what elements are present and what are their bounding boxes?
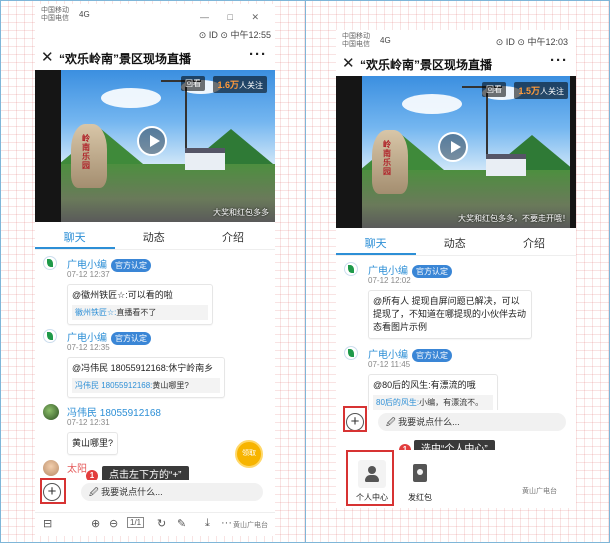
tab-dynamics[interactable]: 动态 [415,235,494,251]
message-bubble: @徽州铁匠☆:可以看的啦 徽州铁匠☆:直播看不了 [67,284,213,325]
rock-sign: 岭南乐园 [372,130,408,194]
chat-input-bar: + 🖉 我要说点什么... [35,480,275,504]
video-caption: 大奖和红包多多，不要走开哦！ [458,214,570,223]
tab-bar: 聊天 动态 介绍 [336,228,576,256]
panel-divider [305,0,306,543]
chat-input[interactable]: 🖉 我要说点什么... [378,413,566,431]
avatar[interactable] [43,404,59,420]
more-icon[interactable]: ··· [221,517,232,529]
close-icon[interactable]: ✕ [41,48,54,66]
sender-name: 太阳 [67,464,87,475]
message-time: 07-12 11:45 [368,360,411,369]
tab-intro[interactable]: 介绍 [193,229,272,245]
page-title: “欢乐岭南”景区现场直播 [59,52,192,66]
quoted-message: 徽州铁匠☆:直播看不了 [72,305,208,320]
plus-button[interactable]: + [346,413,364,431]
right-phone-screen: 中国移动 中国电信 4G ⊙ ⅠD ⊙ 中午12:03 ✕ “欢乐岭南”景区现场… [336,30,576,508]
watermark: 黄山广电台 [522,488,557,495]
chat-message: 广电小编 官方认定 07-12 12:02 @所有人 提现自屏问题已解决，可以提现… [336,262,576,342]
tab-underline [35,247,115,249]
zoom-in-icon[interactable]: ⊕ [91,517,100,530]
rotate-icon[interactable]: ↻ [157,517,166,530]
left-phone-screen: 中国移动 中国电信 4G — □ ✕ ⊙ ⅠD ⊙ 中午12:55 ✕ “欢乐岭… [35,4,275,536]
red-packet-icon [413,464,427,482]
avatar[interactable] [43,460,59,476]
quoted-message: 80后的风生:小编，有漂流不。 [373,395,493,410]
replay-badge[interactable]: 回看 [181,76,205,91]
message-time: 07-12 12:35 [67,343,110,352]
watch-count: 1.5万人关注 [514,82,568,99]
plus-menu-panel: 个人中心 发红包 黄山广电台 [336,450,576,508]
status-time: ⊙ ⅠD ⊙ 中午12:55 [198,30,271,40]
signal-label: 4G [79,10,90,19]
red-packet-button[interactable]: 发红包 [398,454,442,508]
message-bubble: @冯伟民 18055912168:休宁岭南乡 冯伟民 18055912168:黄… [67,357,225,398]
official-badge: 官方认定 [412,265,452,278]
message-bubble: 黄山哪里? [67,432,119,455]
guangdian-logo-icon [344,262,358,276]
title-bar: ✕ “欢乐岭南”景区现场直播 ··· [35,44,275,70]
zoom-out-icon[interactable]: ⊖ [109,517,118,530]
layout-icon[interactable]: ⊟ [43,517,52,530]
live-video[interactable]: 岭南乐园 回看 1.6万人关注 大奖和红包多多 [35,70,275,222]
title-bar: ✕ “欢乐岭南”景区现场直播 ··· [336,50,576,76]
message-bubble: @80后的风生:有漂流的哦 80后的风生:小编，有漂流不。 [368,374,498,415]
message-text: @80后的风生:有漂流的哦 [373,380,476,390]
chat-message: 广电小编 官方认定 07-12 12:35 @冯伟民 18055912168:休宁… [35,329,275,399]
watermark: 黄山广电台 [233,522,268,529]
message-text: @冯伟民 18055912168:休宁岭南乡 [72,363,214,373]
close-icon[interactable]: ✕ [342,54,355,72]
video-caption: 大奖和红包多多 [213,208,269,217]
tab-chat[interactable]: 聊天 [336,235,415,251]
guangdian-logo-icon [344,346,358,360]
quoted-message: 冯伟民 18055912168:黄山哪里? [72,378,220,393]
red-packet-label: 发红包 [408,493,432,502]
play-icon[interactable] [137,126,167,156]
tab-dynamics[interactable]: 动态 [114,229,193,245]
play-icon[interactable] [438,132,468,162]
person-icon [368,466,376,474]
message-text: @徽州铁匠☆:可以看的啦 [72,290,173,300]
rock-sign: 岭南乐园 [71,124,107,188]
carrier-label: 中国移动 中国电信 [41,7,69,22]
official-badge: 官方认定 [111,259,151,272]
guangdian-logo-icon [43,256,57,270]
sender-name: 冯伟民 18055912168 [67,408,161,419]
carrier-label: 中国移动 中国电信 [342,33,370,48]
page-indicator[interactable]: 1/1 [127,517,145,528]
signal-label: 4G [380,36,391,45]
message-time: 07-12 12:37 [67,270,110,279]
more-icon[interactable]: ··· [249,46,267,63]
message-bubble: @所有人 提现自屏问题已解决，可以提现了，不知道在哪提现的小伙伴去动态看图片示例 [368,290,532,339]
official-badge: 官方认定 [111,332,151,345]
official-badge: 官方认定 [412,349,452,362]
status-time: ⊙ ⅠD ⊙ 中午12:03 [495,37,568,47]
chat-input-bar: + 🖉 我要说点什么... [336,410,576,434]
viewer-toolbar: ⊟ ⊕ ⊖ 1/1 ↻ ✎ ⤓ ··· 黄山广电台 [35,512,275,534]
personal-center-label: 个人中心 [356,493,388,502]
download-icon[interactable]: ⤓ [205,517,210,530]
replay-badge[interactable]: 回看 [482,82,506,97]
page-title: “欢乐岭南”景区现场直播 [360,58,493,72]
tab-intro[interactable]: 介绍 [494,235,573,251]
tab-bar: 聊天 动态 介绍 [35,222,275,250]
chat-input[interactable]: 🖉 我要说点什么... [81,483,263,501]
chat-message: 广电小编 官方认定 07-12 11:45 @80后的风生:有漂流的哦 80后的风… [336,346,576,416]
live-video[interactable]: 岭南乐园 回看 1.5万人关注 大奖和红包多多，不要走开哦！ [336,76,576,228]
tab-chat[interactable]: 聊天 [35,229,114,245]
more-icon[interactable]: ··· [550,52,568,69]
tab-underline [336,253,416,255]
message-time: 07-12 12:31 [67,418,110,427]
personal-center-button[interactable]: 个人中心 [350,454,394,508]
plus-button[interactable]: + [43,483,61,501]
watch-count: 1.6万人关注 [213,76,267,93]
message-time: 07-12 12:02 [368,276,411,285]
edit-icon[interactable]: ✎ [177,517,186,530]
window-controls[interactable]: — □ ✕ [200,12,267,23]
chat-message: 广电小编 官方认定 07-12 12:37 @徽州铁匠☆:可以看的啦 徽州铁匠☆:… [35,256,275,326]
status-bar: 中国移动 中国电信 4G — □ ✕ ⊙ ⅠD ⊙ 中午12:55 [35,4,275,40]
guangdian-logo-icon [43,329,57,343]
